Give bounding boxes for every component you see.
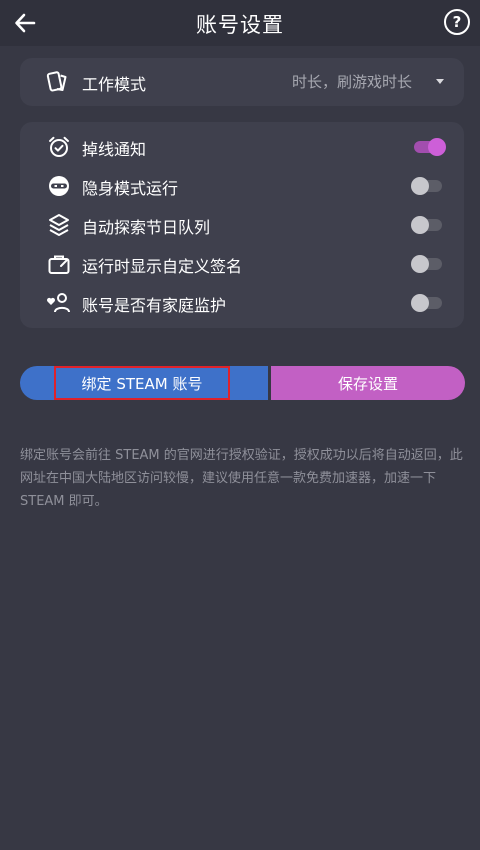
toggle-row-offline-notify: 掉线通知 <box>20 127 464 166</box>
toggle-label: 账号是否有家庭监护 <box>82 296 227 315</box>
steam-bind-note: 绑定账号会前往 STEAM 的官网进行授权验证，授权成功以后将自动返回，此网址在… <box>20 448 463 509</box>
stealth-mode-switch[interactable] <box>411 177 442 195</box>
work-mode-value[interactable]: 时长，刷游戏时长 <box>292 71 412 92</box>
page-title: 账号设置 <box>196 13 284 37</box>
question-circle-icon: ? <box>452 12 462 31</box>
offline-notify-switch[interactable] <box>414 138 446 156</box>
cards-icon <box>46 71 67 92</box>
toggle-label: 自动探索节日队列 <box>82 218 211 237</box>
family-user-icon <box>46 290 72 316</box>
ninja-icon <box>46 173 72 199</box>
save-settings-button[interactable]: 保存设置 <box>271 366 465 400</box>
layers-icon <box>46 212 72 238</box>
festival-queue-switch[interactable] <box>411 216 442 234</box>
toggle-row-custom-signature: 运行时显示自定义签名 <box>20 244 464 283</box>
work-mode-selector[interactable]: 工作模式 时长，刷游戏时长 <box>20 58 464 106</box>
suitcase-icon <box>46 251 72 277</box>
alarm-clock-icon <box>46 134 72 160</box>
custom-signature-switch[interactable] <box>411 255 442 273</box>
toggle-row-festival-queue: 自动探索节日队列 <box>20 205 464 244</box>
help-button[interactable]: ? <box>444 9 470 35</box>
toggle-label: 隐身模式运行 <box>82 179 179 198</box>
bind-steam-button[interactable]: 绑定 STEAM 账号 <box>20 366 268 400</box>
chevron-down-icon[interactable] <box>436 79 444 84</box>
work-mode-label: 工作模式 <box>82 75 147 94</box>
toggle-row-family-guard: 账号是否有家庭监护 <box>20 283 464 322</box>
family-guard-switch[interactable] <box>411 294 442 312</box>
bind-steam-label: 绑定 STEAM 账号 <box>54 366 230 400</box>
toggle-row-stealth-mode: 隐身模式运行 <box>20 166 464 205</box>
toggle-label: 运行时显示自定义签名 <box>82 257 243 276</box>
settings-toggles-card: 掉线通知 隐身模式运行 自动探索节日队列 运行时显示自定义签名 账号是否有家庭监… <box>20 122 464 328</box>
toggle-label: 掉线通知 <box>82 140 147 159</box>
app-header: 账号设置 ? <box>0 0 480 46</box>
